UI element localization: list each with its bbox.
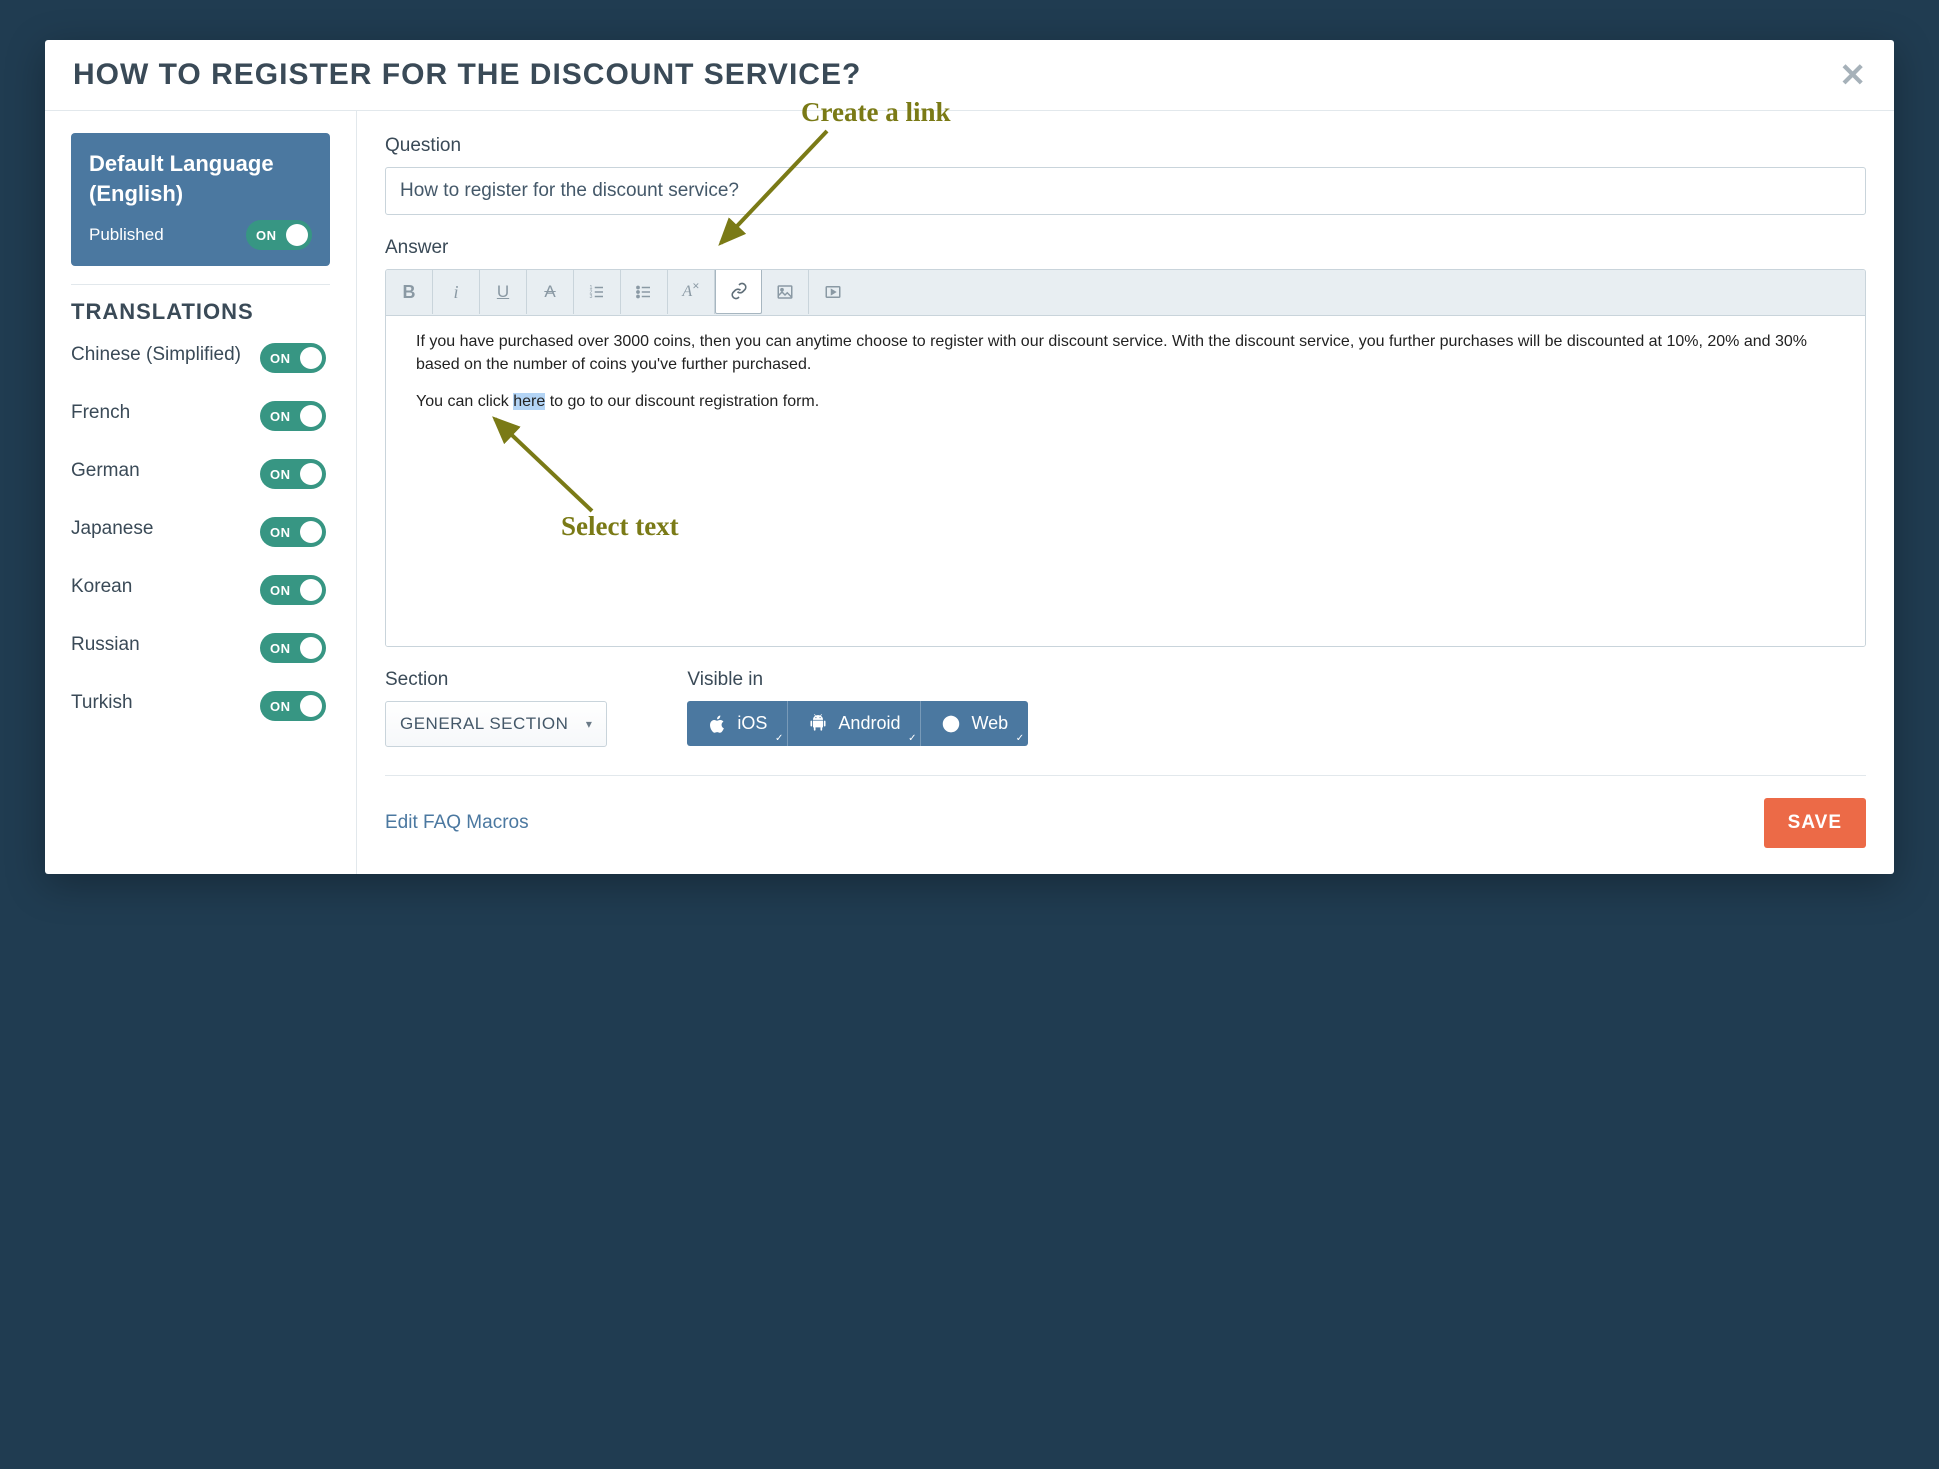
toggle-knob — [300, 521, 322, 543]
language-toggle[interactable]: ON — [260, 575, 326, 605]
platform-web-button[interactable]: Web ✓ — [921, 701, 1028, 746]
language-toggle[interactable]: ON — [260, 517, 326, 547]
language-row[interactable]: Turkish ON — [71, 691, 330, 721]
language-toggle[interactable]: ON — [260, 343, 326, 373]
default-language-toggle[interactable]: ON — [246, 220, 312, 250]
language-row[interactable]: Chinese (Simplified) ON — [71, 343, 330, 373]
toggle-label: ON — [270, 525, 291, 540]
default-language-line1: Default Language — [89, 151, 274, 176]
section-dropdown[interactable]: GENERAL SECTION — [385, 701, 607, 747]
divider — [385, 775, 1866, 776]
language-row[interactable]: Russian ON — [71, 633, 330, 663]
faq-edit-modal: HOW TO REGISTER FOR THE DISCOUNT SERVICE… — [45, 40, 1894, 874]
platform-android-button[interactable]: Android ✓ — [788, 701, 921, 746]
language-name: Japanese — [71, 517, 163, 542]
toggle-label: ON — [270, 409, 291, 424]
strikethrough-icon[interactable]: A — [527, 270, 574, 314]
selected-text: here — [513, 393, 545, 410]
section-selected-value: GENERAL SECTION — [400, 714, 568, 733]
divider — [71, 284, 330, 285]
answer-label: Answer — [385, 237, 1866, 259]
rich-text-editor: B i U A 123 A✕ If you have purchased ove… — [385, 269, 1866, 647]
bold-icon[interactable]: B — [386, 270, 433, 314]
image-icon[interactable] — [762, 270, 809, 314]
ordered-list-icon[interactable]: 123 — [574, 270, 621, 314]
platform-label: Web — [971, 713, 1008, 734]
modal-body: Default Language (English) Published ON … — [45, 111, 1894, 874]
toggle-label: ON — [256, 228, 277, 243]
check-icon: ✓ — [1016, 733, 1024, 744]
android-icon — [808, 714, 828, 734]
language-name: Korean — [71, 575, 142, 600]
toggle-knob — [300, 579, 322, 601]
language-toggle[interactable]: ON — [260, 459, 326, 489]
toggle-knob — [300, 637, 322, 659]
translations-heading: TRANSLATIONS — [71, 299, 330, 325]
toggle-label: ON — [270, 699, 291, 714]
check-icon: ✓ — [908, 733, 916, 744]
clear-format-icon[interactable]: A✕ — [668, 270, 715, 314]
platform-row: iOS ✓ Android ✓ Web ✓ — [687, 701, 1028, 746]
language-toggle[interactable]: ON — [260, 633, 326, 663]
default-language-line2: (English) — [89, 181, 183, 206]
italic-icon[interactable]: i — [433, 270, 480, 314]
link-icon[interactable] — [715, 269, 762, 314]
language-row[interactable]: French ON — [71, 401, 330, 431]
edit-faq-macros-link[interactable]: Edit FAQ Macros — [385, 812, 529, 834]
text-fragment: to go to our discount registration form. — [545, 393, 819, 410]
toggle-label: ON — [270, 351, 291, 366]
toggle-label: ON — [270, 467, 291, 482]
video-icon[interactable] — [809, 270, 856, 314]
language-row[interactable]: Korean ON — [71, 575, 330, 605]
language-name: Chinese (Simplified) — [71, 343, 251, 368]
modal-footer: Edit FAQ Macros SAVE — [385, 798, 1866, 848]
globe-icon — [941, 714, 961, 734]
default-language-title: Default Language (English) — [89, 149, 312, 208]
toggle-knob — [300, 405, 322, 427]
check-icon: ✓ — [775, 733, 783, 744]
language-row[interactable]: Japanese ON — [71, 517, 330, 547]
section-visibility-row: Section GENERAL SECTION Visible in iOS ✓ — [385, 669, 1866, 747]
language-name: Russian — [71, 633, 150, 658]
save-button[interactable]: SAVE — [1764, 798, 1866, 848]
toggle-label: ON — [270, 583, 291, 598]
translations-sidebar: Default Language (English) Published ON … — [45, 111, 357, 874]
language-name: French — [71, 401, 140, 426]
editor-textarea[interactable]: If you have purchased over 3000 coins, t… — [386, 316, 1865, 646]
modal-header: HOW TO REGISTER FOR THE DISCOUNT SERVICE… — [45, 40, 1894, 111]
visible-in-label: Visible in — [687, 669, 1028, 691]
question-label: Question — [385, 135, 1866, 157]
publish-status: Published — [89, 225, 164, 245]
platform-label: Android — [838, 713, 900, 734]
language-toggle[interactable]: ON — [260, 691, 326, 721]
language-toggle[interactable]: ON — [260, 401, 326, 431]
text-fragment: You can click — [416, 393, 513, 410]
main-panel: Create a link Question Answer B i U A 12… — [357, 111, 1894, 874]
platform-label: iOS — [737, 713, 767, 734]
underline-icon[interactable]: U — [480, 270, 527, 314]
question-input[interactable] — [385, 167, 1866, 215]
platform-ios-button[interactable]: iOS ✓ — [687, 701, 788, 746]
toggle-knob — [300, 463, 322, 485]
default-language-card[interactable]: Default Language (English) Published ON — [71, 133, 330, 266]
answer-paragraph: If you have purchased over 3000 coins, t… — [416, 330, 1835, 376]
section-label: Section — [385, 669, 607, 691]
unordered-list-icon[interactable] — [621, 270, 668, 314]
editor-toolbar: B i U A 123 A✕ — [386, 270, 1865, 316]
apple-icon — [707, 714, 727, 734]
toggle-knob — [286, 224, 308, 246]
language-name: Turkish — [71, 691, 143, 716]
toggle-knob — [300, 695, 322, 717]
language-name: German — [71, 459, 150, 484]
toggle-label: ON — [270, 641, 291, 656]
answer-paragraph: You can click here to go to our discount… — [416, 390, 1835, 413]
modal-title: HOW TO REGISTER FOR THE DISCOUNT SERVICE… — [73, 58, 861, 92]
close-icon[interactable]: ✕ — [1839, 59, 1866, 91]
toggle-knob — [300, 347, 322, 369]
svg-text:3: 3 — [590, 294, 593, 300]
language-row[interactable]: German ON — [71, 459, 330, 489]
